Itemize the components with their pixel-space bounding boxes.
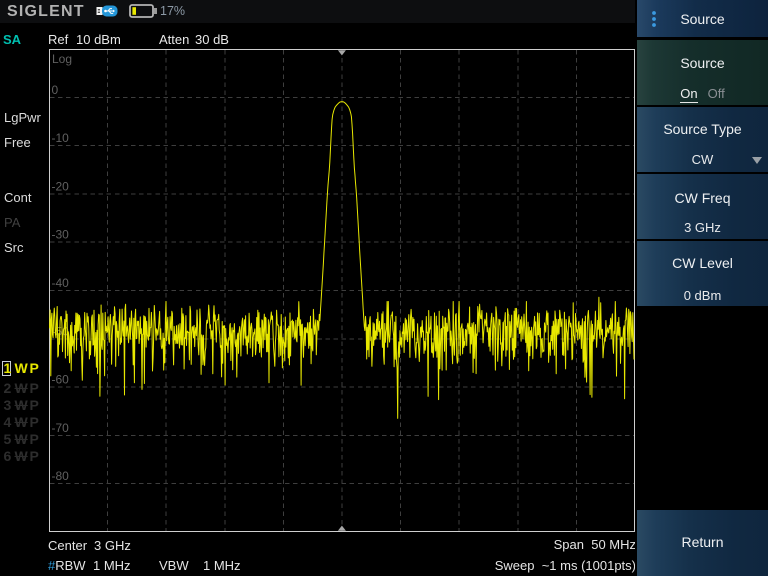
svg-text:0: 0 [52,83,59,97]
svg-text:-40: -40 [52,276,70,290]
svg-text:-70: -70 [52,421,70,435]
svg-text:-80: -80 [52,469,70,483]
svg-text:-60: -60 [52,373,70,387]
svg-text:-30: -30 [52,228,70,242]
svg-text:Log: Log [52,52,72,66]
svg-text:-20: -20 [52,179,70,193]
svg-text:-10: -10 [52,131,70,145]
